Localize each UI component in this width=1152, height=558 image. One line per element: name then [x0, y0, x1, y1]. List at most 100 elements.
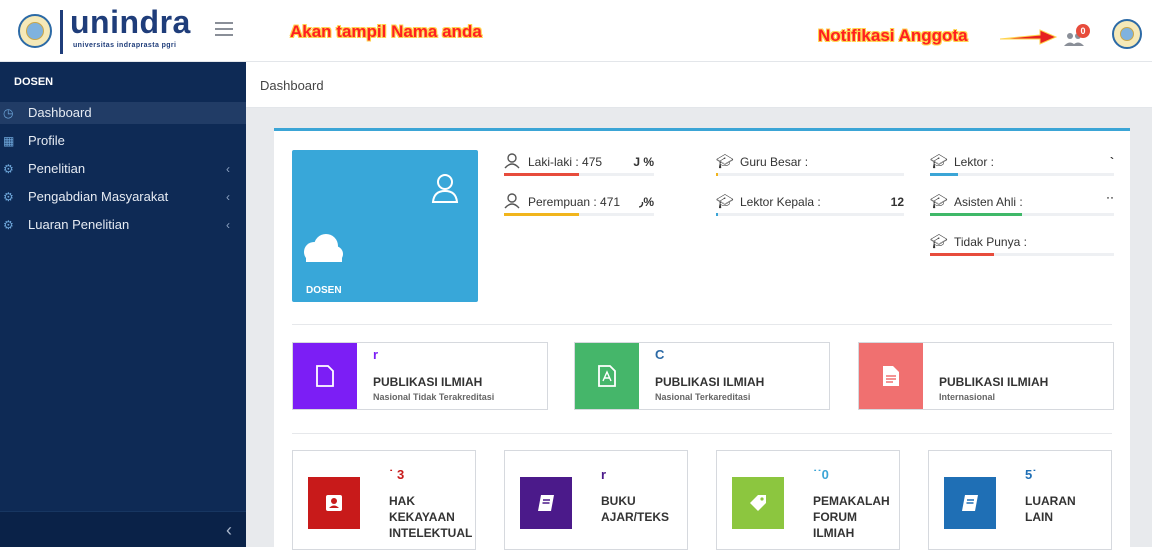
stat-label: Guru Besar : [740, 155, 809, 169]
stat-label: Perempuan : 471 [528, 195, 621, 209]
progress-bar [504, 173, 579, 176]
breadcrumb-bar: Dashboard [246, 62, 1152, 108]
card-title: BUKU AJAR/TEKS [601, 494, 670, 524]
card-title: HAK KEKAYAAN INTELEKTUAL [389, 494, 473, 540]
card-pemakalah-forum-ilmiah[interactable]: ˙˙0 PEMAKALAH FORUM ILMIAH [716, 450, 900, 550]
chevron-left-icon: ‹ [226, 218, 230, 232]
dosen-tile-label: DOSEN [306, 285, 342, 296]
stat-lektor: 🎓︎ Lektor : ` [930, 152, 1114, 176]
menu-toggle-icon[interactable] [215, 22, 233, 40]
stat-label: Laki-laki : 475 [528, 155, 603, 169]
chevron-left-icon: ‹ [226, 190, 230, 204]
card-count: r [601, 467, 607, 482]
community-icon: ⚙ [3, 190, 14, 204]
user-icon [504, 193, 520, 209]
dosen-tile[interactable]: DOSEN [292, 150, 478, 302]
publication-count: r [373, 347, 379, 362]
graduation-cap-icon: 🎓︎ [930, 153, 948, 169]
publication-subtitle: Nasional Terkareditasi [655, 392, 751, 402]
publication-title: PUBLIKASI ILMIAH [373, 375, 483, 389]
sidebar-item-profile[interactable]: ▦ Profile [0, 130, 246, 152]
dashboard-icon: ◷ [3, 106, 14, 120]
top-header: unindra universitas indraprasta pgri Aka… [0, 0, 1152, 62]
chevron-left-icon: ‹ [226, 162, 230, 176]
file-text-icon [883, 366, 899, 386]
publication-title: PUBLIKASI ILMIAH [939, 375, 1049, 389]
breadcrumb[interactable]: Dashboard [260, 78, 324, 93]
card-hak-kekayaan-intelektual[interactable]: ˙ 3 HAK KEKAYAAN INTELEKTUAL [292, 450, 476, 550]
card-icon-box [732, 477, 784, 529]
stat-label: Asisten Ahli : [954, 195, 1023, 209]
stat-value: ` [1110, 155, 1114, 169]
card-icon-box [520, 477, 572, 529]
progress-bar [930, 213, 1022, 216]
progress-bar [716, 213, 718, 216]
university-seal-logo[interactable] [18, 14, 52, 48]
sidebar-item-penelitian[interactable]: ⚙ Penelitian ‹ [0, 158, 246, 180]
stat-guru-besar: 🎓︎ Guru Besar : [716, 152, 904, 176]
sidebar-item-label: Luaran Penelitian [28, 217, 130, 232]
progress-bar [930, 173, 958, 176]
card-title: LUARAN LAIN [1025, 494, 1076, 524]
sidebar-role-label: DOSEN [14, 76, 54, 88]
sidebar-item-label: Profile [28, 133, 65, 148]
stat-value: ٫% [639, 195, 654, 209]
cloud-icon [304, 234, 343, 262]
dashboard-panel: DOSEN Laki-laki : 475 J % Perempuan : 47… [274, 128, 1130, 558]
publication-card-internasional[interactable]: PUBLIKASI ILMIAH Internasional [858, 342, 1114, 410]
tag-icon [750, 495, 766, 511]
stat-male: Laki-laki : 475 J % [504, 152, 654, 176]
card-count: 5˙ [1025, 467, 1037, 482]
pdf-document-icon [598, 365, 616, 387]
publication-icon-box [575, 343, 639, 409]
annotation-arrow-icon [1000, 29, 1058, 45]
user-outline-icon [431, 174, 459, 203]
stat-value: J % [633, 155, 654, 169]
sidebar-item-dashboard[interactable]: ◷ Dashboard [0, 102, 246, 124]
progress-bar [930, 253, 995, 256]
section-divider [292, 433, 1112, 434]
publication-subtitle: Internasional [939, 392, 996, 402]
card-luaran-lain[interactable]: 5˙ LUARAN LAIN [928, 450, 1112, 550]
notification-badge[interactable]: 0 [1076, 24, 1090, 38]
contact-card-icon [326, 495, 342, 511]
publication-count: C [655, 347, 665, 362]
output-icon: ⚙ [3, 218, 14, 232]
sidebar-item-label: Pengabdian Masyarakat [28, 189, 169, 204]
sidebar-item-luaran[interactable]: ⚙ Luaran Penelitian ‹ [0, 214, 246, 236]
card-icon-box [308, 477, 360, 529]
card-count: ˙˙0 [813, 467, 829, 482]
book-icon [538, 495, 554, 511]
sidebar-item-pengabdian[interactable]: ⚙ Pengabdian Masyarakat ‹ [0, 186, 246, 208]
stat-value: 12 [890, 195, 904, 209]
publication-title: PUBLIKASI ILMIAH [655, 375, 765, 389]
user-avatar[interactable] [1112, 19, 1142, 49]
logo-divider [60, 10, 63, 54]
stat-label: Tidak Punya : [954, 235, 1027, 249]
publication-subtitle: Nasional Tidak Terakreditasi [373, 392, 495, 402]
profile-icon: ▦ [3, 134, 15, 148]
sidebar-item-label: Dashboard [28, 105, 92, 120]
annotation-notification: Notifikasi Anggota [818, 26, 968, 45]
stat-lektor-kepala: 🎓︎ Lektor Kepala : 12 [716, 192, 904, 216]
sidebar: DOSEN ◷ Dashboard ▦ Profile ⚙ Penelitian… [0, 62, 246, 547]
publication-card-nasional-tidak-terakreditasi[interactable]: r PUBLIKASI ILMIAH Nasional Tidak Terakr… [292, 342, 548, 410]
publication-card-nasional-terakreditasi[interactable]: C PUBLIKASI ILMIAH Nasional Terkareditas… [574, 342, 830, 410]
card-title: PEMAKALAH FORUM ILMIAH [813, 494, 890, 540]
stat-value: ˙˙ [1106, 195, 1114, 209]
card-buku-ajar[interactable]: r BUKU AJAR/TEKS [504, 450, 688, 550]
stat-tidak-punya: 🎓︎ Tidak Punya : [930, 232, 1114, 256]
logo-subtitle: universitas indraprasta pgri [73, 42, 177, 49]
main-content: DOSEN Laki-laki : 475 J % Perempuan : 47… [246, 108, 1152, 558]
section-divider [292, 324, 1112, 325]
graduation-cap-icon: 🎓︎ [930, 233, 948, 249]
sidebar-collapse-button[interactable]: ‹ [226, 520, 232, 541]
sidebar-footer: ‹ [0, 511, 246, 547]
graduation-cap-icon: 🎓︎ [930, 193, 948, 209]
logo-text[interactable]: unindra [70, 4, 191, 41]
annotation-name-placeholder: Akan tampil Nama anda [290, 22, 482, 41]
stat-asisten-ahli: 🎓︎ Asisten Ahli : ˙˙ [930, 192, 1114, 216]
book-icon [962, 495, 978, 511]
graduation-cap-icon: 🎓︎ [716, 193, 734, 209]
user-icon [504, 153, 520, 169]
